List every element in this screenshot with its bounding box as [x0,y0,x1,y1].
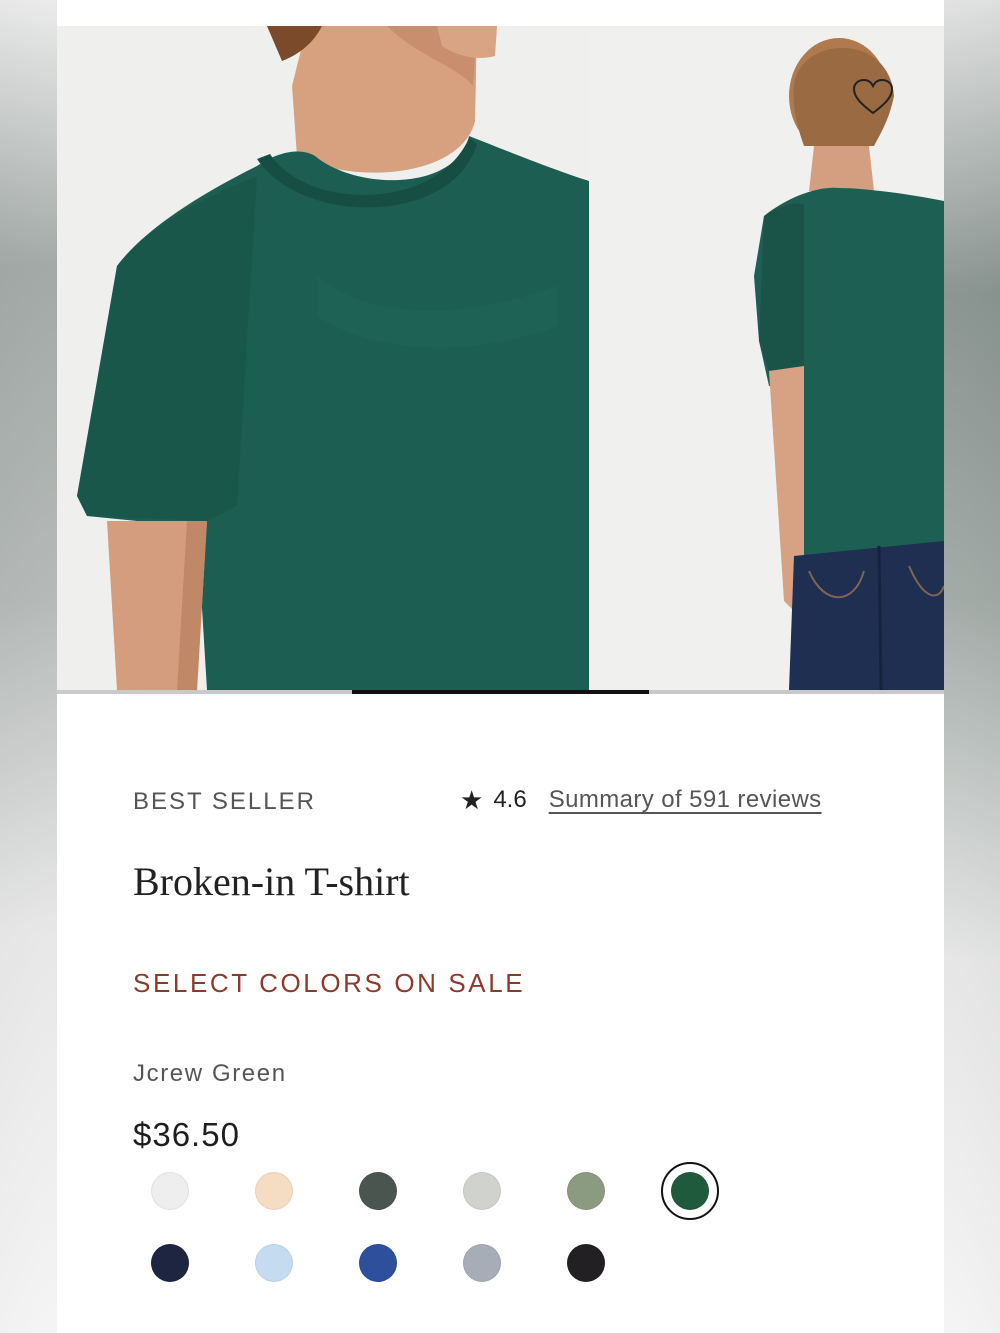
left-backdrop [0,0,57,1333]
star-icon: ★ [460,785,484,815]
product-image-front[interactable] [57,26,589,690]
color-swatch-charcoal[interactable] [359,1172,397,1210]
color-swatch-royal-blue[interactable] [359,1244,397,1282]
color-swatch-grid [151,1162,719,1282]
right-backdrop [944,0,1000,1333]
sale-notice: SELECT COLORS ON SALE [133,968,526,998]
image-gallery[interactable] [57,26,944,690]
color-swatch-navy[interactable] [151,1244,189,1282]
rating-summary: ★ 4.6 Summary of 591 reviews [460,786,822,814]
heart-icon [852,78,894,115]
color-swatch-light-blue[interactable] [255,1244,293,1282]
favorite-button[interactable] [850,76,896,118]
color-swatch-heather[interactable] [463,1172,501,1210]
color-swatch-black[interactable] [567,1244,605,1282]
reviews-link[interactable]: Summary of 591 reviews [549,786,822,814]
top-strip [57,0,944,26]
best-seller-badge: BEST SELLER [133,788,316,815]
color-swatch-white[interactable] [151,1172,189,1210]
product-price: $36.50 [133,1116,240,1153]
color-swatch-jcrew-green[interactable] [661,1162,719,1220]
color-swatch-grey-blue[interactable] [463,1244,501,1282]
rating-value: 4.6 [493,786,527,813]
selected-color-name: Jcrew Green [133,1060,287,1087]
color-swatch-sage[interactable] [567,1172,605,1210]
product-page: BEST SELLER ★ 4.6 Summary of 591 reviews… [57,0,944,1333]
color-swatch-natural[interactable] [255,1172,293,1210]
product-title: Broken-in T-shirt [133,859,410,904]
product-info: BEST SELLER ★ 4.6 Summary of 591 reviews… [57,694,944,1333]
product-image-back[interactable] [589,26,944,690]
